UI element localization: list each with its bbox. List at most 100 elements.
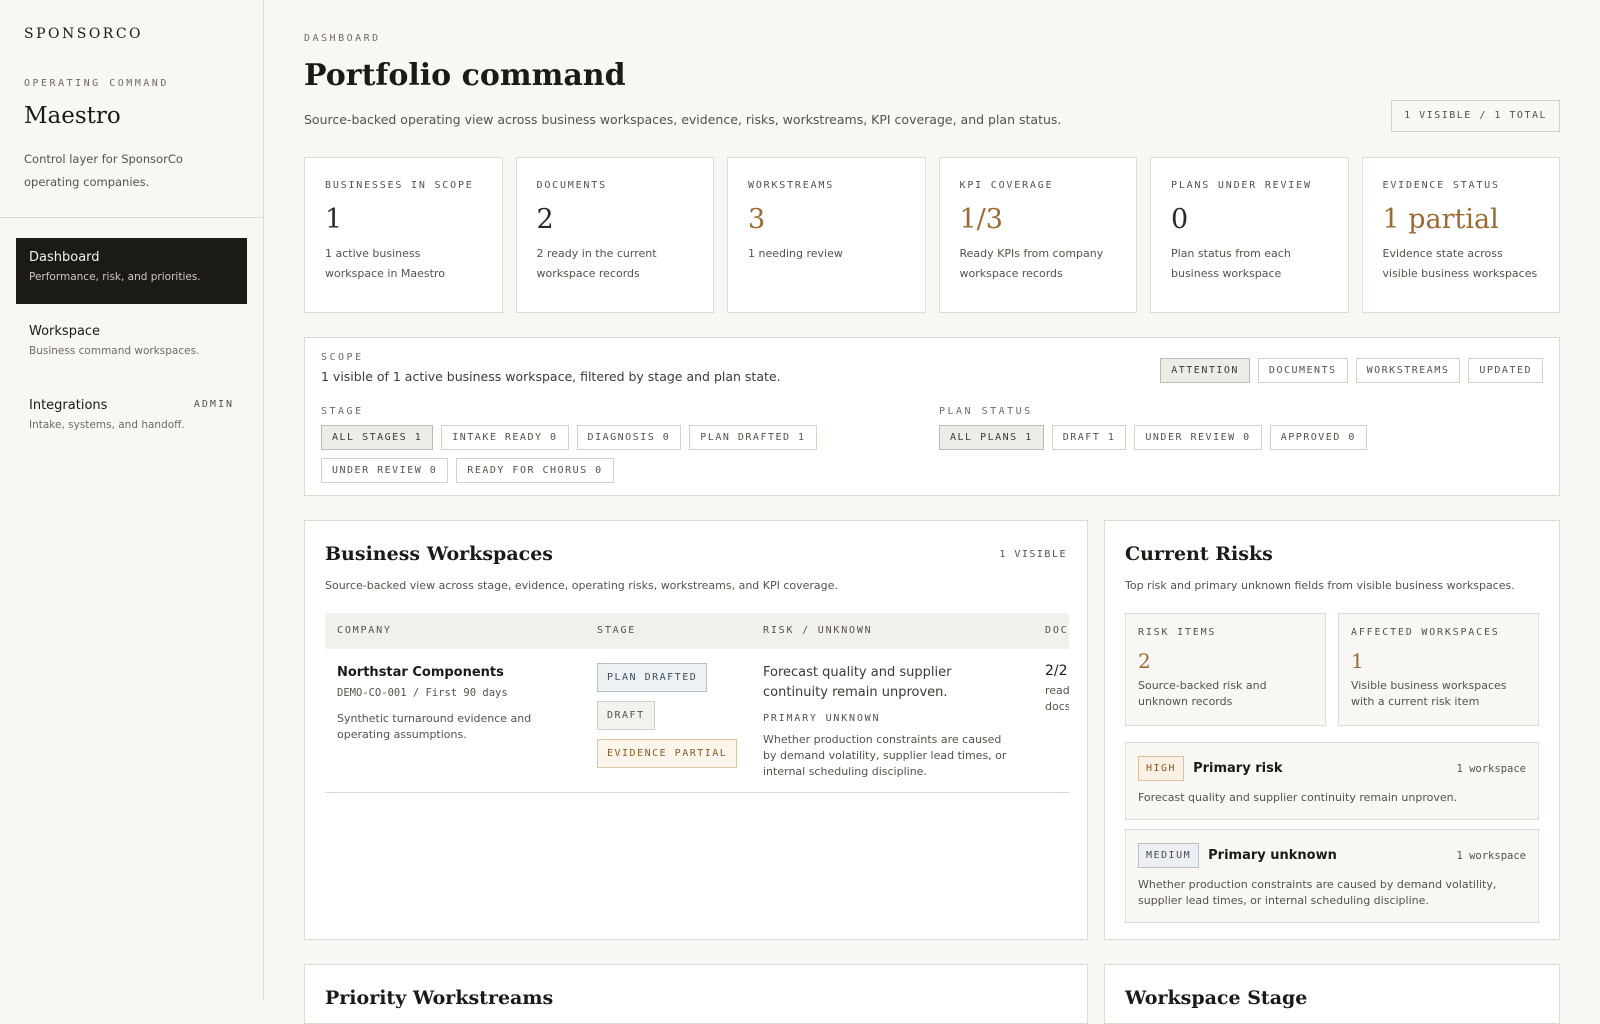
workspace-stage-panel: Workspace Stage (1104, 964, 1560, 1024)
kpi-subtext: Plan status from each business workspace (1171, 247, 1291, 280)
stage-filter-under-review[interactable]: UNDER REVIEW 0 (321, 458, 449, 483)
panel-description: Source-backed view across stage, evidenc… (325, 579, 838, 592)
kpi-subtext: 1 needing review (748, 247, 843, 260)
plan-status-label: PLAN STATUS (939, 406, 1033, 417)
risk-item-description: Forecast quality and supplier continuity… (1138, 791, 1458, 804)
kpi-value: 2 (536, 204, 554, 235)
kpi-subtext: 1 active business workspace in Maestro (325, 247, 445, 280)
stat-value: 1 (1351, 649, 1364, 673)
kpi-value: 1 (325, 204, 343, 235)
kpi-label: KPI COVERAGE (959, 180, 1054, 191)
page-title: Portfolio command (304, 58, 626, 93)
kpi-cards: BUSINESSES IN SCOPE 1 1 active business … (304, 157, 1560, 313)
sidebar-item-label: Dashboard (29, 250, 100, 265)
primary-unknown-label: PRIMARY UNKNOWN (763, 713, 881, 724)
sort-workstreams-button[interactable]: WORKSTREAMS (1355, 358, 1461, 383)
sidebar-item-label: Workspace (29, 324, 101, 339)
risk-item-description: Whether production constraints are cause… (1138, 878, 1497, 907)
kpi-card-evidence-status: EVIDENCE STATUS 1 partial Evidence state… (1361, 157, 1560, 313)
panel-title: Business Workspaces (325, 543, 553, 565)
plan-filter-draft[interactable]: DRAFT 1 (1051, 425, 1127, 450)
company-name[interactable]: Northstar Components (337, 665, 577, 680)
company-cell: Northstar Components DEMO-CO-001 / First… (337, 665, 577, 743)
risk-item-title: Primary risk (1193, 761, 1283, 776)
sidebar-eyebrow: OPERATING COMMAND (24, 78, 169, 89)
table-row[interactable]: Northstar Components DEMO-CO-001 / First… (325, 649, 1069, 793)
sort-options: ATTENTION DOCUMENTS WORKSTREAMS UPDATED (1160, 358, 1543, 383)
main-content: DASHBOARD Portfolio command Source-backe… (304, 0, 1560, 1024)
sidebar: SPONSORCO OPERATING COMMAND Maestro Cont… (0, 0, 264, 1000)
visible-count: 1 VISIBLE (999, 549, 1067, 560)
panel-title: Priority Workstreams (325, 987, 554, 1009)
brand-logo[interactable]: SPONSORCO (24, 26, 143, 42)
evidence-badge: EVIDENCE PARTIAL (597, 739, 738, 768)
sort-documents-button[interactable]: DOCUMENTS (1257, 358, 1348, 383)
sort-updated-button[interactable]: UPDATED (1468, 358, 1543, 383)
sidebar-item-workspace[interactable]: Workspace Business command workspaces. (16, 312, 247, 378)
risk-items-stat: RISK ITEMS 2 Source-backed risk and unkn… (1125, 613, 1326, 726)
stage-filter: STAGE ALL STAGES 1 INTAKE READY 0 DIAGNO… (321, 406, 911, 483)
primary-unknown-text: Whether production constraints are cause… (763, 733, 1007, 778)
panel-description: Top risk and primary unknown fields from… (1125, 579, 1515, 592)
stage-filter-ready-for-chorus[interactable]: READY FOR CHORUS 0 (456, 458, 614, 483)
company-description: Synthetic turnaround evidence and operat… (337, 712, 532, 741)
column-header-company[interactable]: COMPANY (337, 625, 392, 636)
visible-count-badge: 1 VISIBLE / 1 TOTAL (1391, 100, 1560, 132)
kpi-label: EVIDENCE STATUS (1382, 180, 1500, 191)
kpi-card-plans-under-review: PLANS UNDER REVIEW 0 Plan status from ea… (1150, 157, 1349, 313)
panel-title: Current Risks (1125, 543, 1273, 565)
plan-filter-approved[interactable]: APPROVED 0 (1269, 425, 1367, 450)
kpi-card-workstreams: WORKSTREAMS 3 1 needing review (727, 157, 926, 313)
stat-label: AFFECTED WORKSPACES (1351, 627, 1500, 638)
stage-filter-plan-drafted[interactable]: PLAN DRAFTED 1 (689, 425, 817, 450)
stage-filter-intake-ready[interactable]: INTAKE READY 0 (441, 425, 569, 450)
affected-workspaces-stat: AFFECTED WORKSPACES 1 Visible business w… (1338, 613, 1539, 726)
sort-attention-button[interactable]: ATTENTION (1160, 358, 1250, 383)
sidebar-item-integrations[interactable]: Integrations Intake, systems, and handof… (16, 386, 247, 452)
stage-filter-all[interactable]: ALL STAGES 1 (321, 425, 434, 450)
kpi-value: 0 (1171, 204, 1189, 235)
stage-filter-diagnosis[interactable]: DIAGNOSIS 0 (576, 425, 682, 450)
stage-badge: PLAN DRAFTED (597, 663, 708, 692)
docs-cell: 2/2 ready docs (1045, 663, 1069, 715)
table-header: COMPANY STAGE RISK / UNKNOWN DOC (325, 613, 1069, 649)
admin-badge: ADMIN (193, 399, 234, 410)
stage-filter-label: STAGE (321, 406, 364, 417)
kpi-card-kpi-coverage: KPI COVERAGE 1/3 Ready KPIs from company… (938, 157, 1137, 313)
column-header-risk[interactable]: RISK / UNKNOWN (763, 625, 873, 636)
kpi-value: 1 partial (1382, 204, 1499, 235)
kpi-value: 1/3 (959, 204, 1003, 235)
page-description: Source-backed operating view across busi… (304, 112, 1062, 127)
sidebar-item-dashboard[interactable]: Dashboard Performance, risk, and priorit… (16, 238, 247, 304)
primary-risk-text: Forecast quality and supplier continuity… (763, 665, 952, 700)
sidebar-divider (0, 217, 263, 218)
severity-badge: MEDIUM (1138, 843, 1200, 868)
sidebar-item-subtitle: Performance, risk, and priorities. (29, 271, 201, 283)
risk-item[interactable]: HIGH Primary risk 1 workspace Forecast q… (1125, 742, 1539, 820)
kpi-card-documents: DOCUMENTS 2 2 ready in the current works… (515, 157, 714, 313)
docs-subtext: ready docs (1045, 684, 1069, 713)
risk-stats: RISK ITEMS 2 Source-backed risk and unkn… (1125, 613, 1539, 726)
kpi-subtext: 2 ready in the current workspace records (536, 247, 657, 280)
sidebar-item-subtitle: Business command workspaces. (29, 345, 200, 357)
risk-item-title: Primary unknown (1208, 848, 1337, 863)
scope-panel: SCOPE 1 visible of 1 active business wor… (304, 337, 1560, 496)
panel-title: Workspace Stage (1125, 987, 1308, 1009)
risk-item[interactable]: MEDIUM Primary unknown 1 workspace Wheth… (1125, 829, 1539, 923)
sidebar-item-subtitle: Intake, systems, and handoff. (29, 419, 185, 431)
workspaces-table[interactable]: COMPANY STAGE RISK / UNKNOWN DOC Northst… (325, 613, 1069, 793)
plan-filter-all[interactable]: ALL PLANS 1 (939, 425, 1044, 450)
kpi-subtext: Evidence state across visible business w… (1382, 247, 1538, 280)
page-eyebrow: DASHBOARD (304, 33, 381, 44)
risk-item-workspace-count: 1 workspace (1456, 849, 1526, 862)
column-header-stage[interactable]: STAGE (597, 625, 636, 636)
stat-label: RISK ITEMS (1138, 627, 1217, 638)
severity-badge: HIGH (1138, 756, 1185, 781)
column-header-docs[interactable]: DOC (1045, 625, 1068, 636)
company-id: DEMO-CO-001 / First 90 days (337, 687, 508, 699)
plan-status-badge: DRAFT (597, 701, 655, 730)
sidebar-description: Control layer for SponsorCo operating co… (24, 152, 183, 189)
stat-subtext: Source-backed risk and unknown records (1138, 679, 1267, 708)
plan-filter-under-review[interactable]: UNDER REVIEW 0 (1134, 425, 1262, 450)
risk-item-workspace-count: 1 workspace (1456, 762, 1526, 775)
